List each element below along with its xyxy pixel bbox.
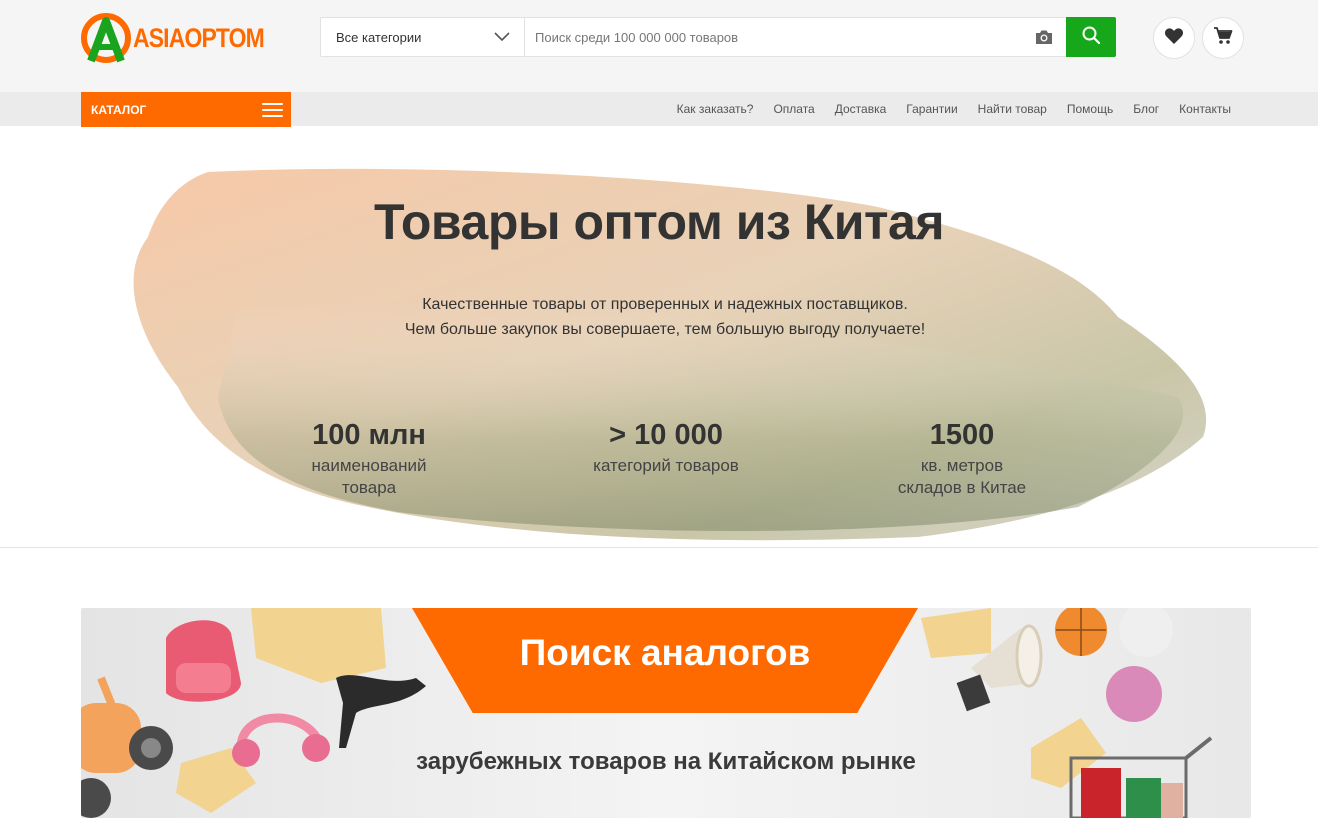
nav-link-contacts[interactable]: Контакты <box>1169 102 1241 116</box>
hero-title: Товары оптом из Китая <box>374 194 945 250</box>
logo-mark <box>81 13 131 63</box>
banner-products-illustration-right <box>921 608 1213 818</box>
stat-value: 100 млн <box>312 419 426 451</box>
nav-link-blog[interactable]: Блог <box>1123 102 1169 116</box>
stat-label: товара <box>341 478 397 497</box>
stat-warehouses: 1500 кв. метров складов в Китае <box>812 415 1112 499</box>
analogs-banner[interactable]: Поиск аналогов зарубежных товаров на Кит… <box>81 608 1251 818</box>
heart-icon <box>1164 27 1184 50</box>
hero-section: Товары оптом из Китая Качественные товар… <box>0 127 1318 548</box>
stat-label: наименований <box>311 456 427 475</box>
stat-products: 100 млн наименований товара <box>219 415 519 499</box>
search-icon <box>1081 25 1101 50</box>
category-select[interactable]: Все категории <box>321 18 525 56</box>
camera-icon[interactable] <box>1022 18 1066 56</box>
banner-products-illustration-left <box>81 608 426 818</box>
logo[interactable]: ASIAOPTOM <box>81 13 287 63</box>
favorites-button[interactable] <box>1153 17 1195 59</box>
stat-label: категорий товаров <box>593 456 739 475</box>
cart-button[interactable] <box>1202 17 1244 59</box>
menu-icon <box>262 102 283 117</box>
nav-link-how-to-order[interactable]: Как заказать? <box>667 102 764 116</box>
hero-subtitle-line1: Качественные товары от проверенных и над… <box>422 296 908 313</box>
catalog-label: КАТАЛОГ <box>91 102 147 117</box>
cart-icon <box>1213 26 1233 50</box>
search-button[interactable] <box>1066 17 1116 57</box>
stat-value: > 10 000 <box>609 419 723 451</box>
nav-link-payment[interactable]: Оплата <box>763 102 824 116</box>
stat-label: складов в Китае <box>897 478 1027 497</box>
nav-link-guarantees[interactable]: Гарантии <box>896 102 967 116</box>
hero-subtitle-line2: Чем больше закупок вы совершаете, тем бо… <box>404 321 926 338</box>
logo-text-part2: OPTOM <box>184 22 264 53</box>
search-bar: Все категории <box>320 17 1116 57</box>
catalog-button[interactable]: КАТАЛОГ <box>81 92 291 127</box>
main-nav: КАТАЛОГ Как заказать? Оплата Доставка Га… <box>0 92 1318 127</box>
hero-subtitle: Качественные товары от проверенных и над… <box>0 292 1318 342</box>
search-input[interactable] <box>525 18 1022 56</box>
stat-label: кв. метров <box>920 456 1004 475</box>
logo-text-part1: ASIA <box>133 22 185 53</box>
category-select-value: Все категории <box>336 29 422 45</box>
banner-title: Поиск аналогов <box>519 632 811 673</box>
nav-links: Как заказать? Оплата Доставка Гарантии Н… <box>667 92 1241 126</box>
nav-link-delivery[interactable]: Доставка <box>825 102 897 116</box>
chevron-down-icon <box>494 30 510 45</box>
stat-categories: > 10 000 категорий товаров <box>516 415 816 477</box>
nav-link-help[interactable]: Помощь <box>1057 102 1123 116</box>
logo-text: ASIAOPTOM <box>133 22 265 54</box>
stat-value: 1500 <box>929 419 995 451</box>
nav-link-find-product[interactable]: Найти товар <box>968 102 1057 116</box>
site-header: ASIAOPTOM Все категории <box>0 0 1318 92</box>
